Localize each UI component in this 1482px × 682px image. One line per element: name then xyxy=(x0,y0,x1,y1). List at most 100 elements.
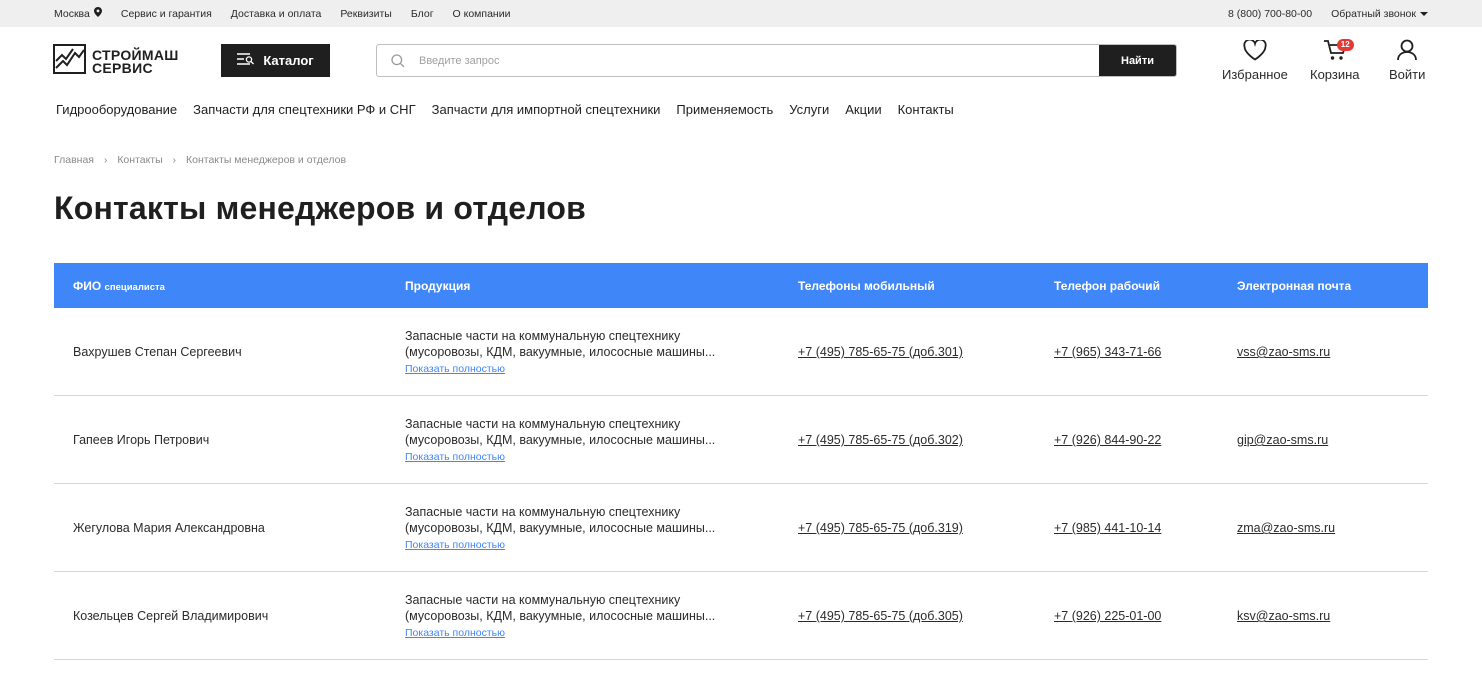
table-header: ФИО специалиста Продукция Телефоны мобил… xyxy=(54,263,1428,308)
favorites-button[interactable]: Избранное xyxy=(1222,38,1288,82)
row-work-phone[interactable]: +7 (965) 343-71-66 xyxy=(1054,308,1161,396)
table-row: Вахрушев Степан Сергеевич Запасные части… xyxy=(54,308,1428,396)
row-email[interactable]: gip@zao-sms.ru xyxy=(1237,396,1328,484)
row-product: Запасные части на коммунальную спецтехни… xyxy=(405,396,745,484)
row-email[interactable]: ksv@zao-sms.ru xyxy=(1237,572,1330,660)
login-icon-wrap xyxy=(1396,39,1418,64)
nav-item-promotions[interactable]: Акции xyxy=(845,102,881,117)
table-row: Жегулова Мария Александровна Запасные ча… xyxy=(54,484,1428,572)
topbar-link-blog[interactable]: Блог xyxy=(411,8,434,20)
row-product-line-1: Запасные части на коммунальную спецтехни… xyxy=(405,416,681,431)
table-row-partial xyxy=(54,660,1428,682)
row-product-line-2: (мусоровозы, КДМ, вакуумные, илососные м… xyxy=(405,344,716,359)
main-nav: Гидрооборудование Запчасти для спецтехни… xyxy=(56,102,970,117)
row-mobile-phone[interactable]: +7 (495) 785-65-75 (доб.305) xyxy=(798,572,963,660)
header-product: Продукция xyxy=(405,278,471,293)
login-label: Войти xyxy=(1389,67,1426,82)
row-email[interactable]: vss@zao-sms.ru xyxy=(1237,308,1330,396)
top-bar-right: 8 (800) 700-80-00 Обратный звонок xyxy=(1228,8,1428,20)
nav-item-parts-rf[interactable]: Запчасти для спецтехники РФ и СНГ xyxy=(193,102,415,117)
topbar-link-requisites[interactable]: Реквизиты xyxy=(340,8,391,20)
breadcrumb-home[interactable]: Главная xyxy=(54,154,94,166)
phone-link[interactable]: 8 (800) 700-80-00 xyxy=(1228,8,1312,20)
header-mobile: Телефоны мобильный xyxy=(798,278,935,293)
city-label: Москва xyxy=(54,7,90,20)
chevron-down-icon xyxy=(1420,8,1428,20)
logo-text: СТРОЙМАШ СЕРВИС xyxy=(92,48,179,76)
row-work-phone[interactable]: +7 (985) 441-10-14 xyxy=(1054,484,1161,572)
row-name: Жегулова Мария Александровна xyxy=(73,521,265,535)
breadcrumb-current: Контакты менеджеров и отделов xyxy=(186,154,347,166)
cart-label: Корзина xyxy=(1310,67,1360,82)
row-name: Вахрушев Степан Сергеевич xyxy=(73,345,242,359)
search-bar: Найти xyxy=(376,44,1177,77)
cart-button[interactable]: 12 Корзина xyxy=(1310,39,1360,82)
nav-item-services[interactable]: Услуги xyxy=(789,102,829,117)
row-product-line-1: Запасные части на коммунальную спецтехни… xyxy=(405,592,681,607)
header-email: Электронная почта xyxy=(1237,278,1352,293)
callback-label: Обратный звонок xyxy=(1331,7,1416,20)
heart-icon xyxy=(1243,38,1267,64)
header-name: ФИО специалиста xyxy=(73,279,165,293)
row-product-line-2: (мусоровозы, КДМ, вакуумные, илососные м… xyxy=(405,608,716,623)
show-more-link[interactable]: Показать полностью xyxy=(405,361,505,377)
search-input[interactable] xyxy=(419,45,1099,76)
cart-icon-wrap: 12 xyxy=(1323,39,1354,64)
nav-item-parts-import[interactable]: Запчасти для импортной спецтехники xyxy=(432,102,661,117)
menu-icon xyxy=(237,53,255,68)
row-product: Запасные части на коммунальную спецтехни… xyxy=(405,484,745,572)
row-mobile-phone[interactable]: +7 (495) 785-65-75 (доб.302) xyxy=(798,396,963,484)
row-name: Козельцев Сергей Владимирович xyxy=(73,609,269,623)
location-pin-icon xyxy=(93,7,102,20)
nav-item-applicability[interactable]: Применяемость xyxy=(676,102,773,117)
row-product-line-1: Запасные части на коммунальную спецтехни… xyxy=(405,504,681,519)
row-work-phone[interactable]: +7 (926) 225-01-00 xyxy=(1054,572,1161,660)
user-icon xyxy=(1396,39,1418,64)
callback-dropdown[interactable]: Обратный звонок xyxy=(1331,8,1428,20)
contacts-table: ФИО специалиста Продукция Телефоны мобил… xyxy=(54,263,1428,682)
row-product-line-1: Запасные части на коммунальную спецтехни… xyxy=(405,328,681,343)
search-button[interactable]: Найти xyxy=(1099,45,1176,76)
nav-item-hydro[interactable]: Гидрооборудование xyxy=(56,102,177,117)
page-title: Контакты менеджеров и отделов xyxy=(54,190,587,226)
show-more-link[interactable]: Показать полностью xyxy=(405,449,505,465)
chevron-right-icon: › xyxy=(172,154,177,166)
top-bar-inner: Москва Сервис и гарантия Доставка и опла… xyxy=(54,0,1428,27)
logo-mark-icon xyxy=(53,44,86,79)
header-name-label: ФИО xyxy=(73,278,102,293)
row-mobile-phone[interactable]: +7 (495) 785-65-75 (доб.301) xyxy=(798,308,963,396)
site-logo[interactable]: СТРОЙМАШ СЕРВИС xyxy=(53,44,179,79)
breadcrumb-contacts[interactable]: Контакты xyxy=(117,154,162,166)
topbar-link-service[interactable]: Сервис и гарантия xyxy=(121,8,212,20)
row-product: Запасные части на коммунальную спецтехни… xyxy=(405,572,745,660)
table-row: Козельцев Сергей Владимирович Запасные ч… xyxy=(54,572,1428,660)
favorites-label: Избранное xyxy=(1222,67,1288,82)
row-product-line-2: (мусоровозы, КДМ, вакуумные, илососные м… xyxy=(405,432,716,447)
row-product: Запасные части на коммунальную спецтехни… xyxy=(405,308,745,396)
nav-item-contacts[interactable]: Контакты xyxy=(898,102,954,117)
table-row: Гапеев Игорь Петрович Запасные части на … xyxy=(54,396,1428,484)
header-name-small: специалиста xyxy=(104,281,165,293)
catalog-button[interactable]: Каталог xyxy=(221,44,330,77)
login-button[interactable]: Войти xyxy=(1389,39,1426,82)
top-bar-left: Москва Сервис и гарантия Доставка и опла… xyxy=(54,7,510,20)
header-work: Телефон рабочий xyxy=(1054,278,1160,293)
show-more-link[interactable]: Показать полностью xyxy=(405,537,505,553)
city-selector[interactable]: Москва xyxy=(54,7,102,20)
chevron-right-icon: › xyxy=(103,154,108,166)
row-name: Гапеев Игорь Петрович xyxy=(73,433,210,447)
favorites-icon-wrap xyxy=(1243,38,1267,64)
row-email[interactable]: zma@zao-sms.ru xyxy=(1237,484,1335,572)
top-bar: Москва Сервис и гарантия Доставка и опла… xyxy=(0,0,1482,27)
catalog-label: Каталог xyxy=(263,53,314,68)
breadcrumb: Главная › Контакты › Контакты менеджеров… xyxy=(54,154,346,166)
row-mobile-phone[interactable]: +7 (495) 785-65-75 (доб.319) xyxy=(798,484,963,572)
show-more-link[interactable]: Показать полностью xyxy=(405,625,505,641)
row-product-line-2: (мусоровозы, КДМ, вакуумные, илососные м… xyxy=(405,520,716,535)
cart-count-badge: 12 xyxy=(1336,39,1354,51)
search-icon xyxy=(377,45,419,76)
row-work-phone[interactable]: +7 (926) 844-90-22 xyxy=(1054,396,1161,484)
logo-line-2: СЕРВИС xyxy=(92,59,153,76)
topbar-link-delivery[interactable]: Доставка и оплата xyxy=(231,8,322,20)
topbar-link-about[interactable]: О компании xyxy=(453,8,511,20)
